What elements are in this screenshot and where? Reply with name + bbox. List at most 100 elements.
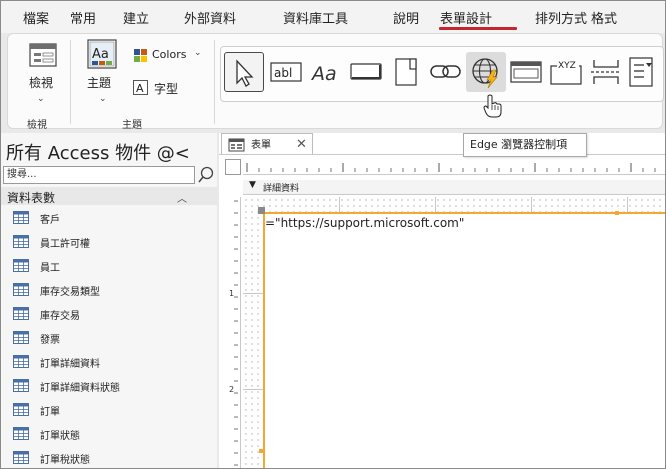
ruler-number-1: 1 xyxy=(229,289,235,298)
menu-format[interactable]: 格式 xyxy=(591,8,617,27)
resize-handle[interactable] xyxy=(259,449,263,453)
detail-section-label: 詳細資料 xyxy=(263,184,300,194)
ribbon-separator xyxy=(214,40,215,124)
menu-external-data[interactable]: 外部資料 xyxy=(184,8,236,27)
nav-item-label: 訂單稅狀態 xyxy=(40,455,90,466)
edge-browser-icon xyxy=(472,58,498,89)
fonts-icon: A xyxy=(133,80,148,95)
table-icon xyxy=(13,379,29,392)
svg-text:Aa: Aa xyxy=(92,47,109,62)
menu-form-design[interactable]: 表單設計 xyxy=(440,8,492,27)
table-icon xyxy=(13,211,29,224)
nav-item-label: 員工 xyxy=(40,263,60,274)
form-selector[interactable] xyxy=(225,159,241,175)
menu-arrange[interactable]: 排列方式 xyxy=(535,8,587,27)
theme-icon: Aa xyxy=(87,39,117,69)
form-icon xyxy=(228,138,245,152)
vertical-ruler: 1 2 xyxy=(225,197,241,468)
page-break-control-button[interactable] xyxy=(586,52,626,92)
navigation-control-button[interactable] xyxy=(506,52,546,92)
label-control-button[interactable]: Aa xyxy=(306,52,346,92)
form-view-icon xyxy=(29,43,57,67)
nav-item-table[interactable]: 訂單狀態 xyxy=(1,423,217,445)
nav-group-tables[interactable]: 資料表數 ︿ xyxy=(1,187,217,205)
menu-create[interactable]: 建立 xyxy=(123,8,149,27)
table-icon xyxy=(13,259,29,272)
collapse-up-icon[interactable]: ︿ xyxy=(177,190,187,205)
combobox-icon xyxy=(629,57,653,87)
textbox-icon: abl xyxy=(270,62,302,82)
detail-section-bar[interactable]: ▼ 詳細資料 xyxy=(243,180,665,195)
web-browser-control[interactable] xyxy=(263,212,665,468)
theme-group-label: 主題 xyxy=(122,120,142,131)
hand-cursor-icon xyxy=(483,94,502,118)
horizontal-ruler-ticks xyxy=(246,163,656,172)
nav-item-label: 員工許可權 xyxy=(40,239,90,250)
fonts-label: 字型 xyxy=(154,82,179,96)
nav-item-table[interactable]: 訂單詳細資料狀態 xyxy=(1,375,217,397)
combobox-control-button[interactable] xyxy=(624,52,660,92)
svg-text:XYZ: XYZ xyxy=(558,61,576,71)
option-group-control-button[interactable]: XYZ xyxy=(546,52,586,92)
hyperlink-control-button[interactable] xyxy=(426,52,466,92)
nav-item-table[interactable]: 發票 xyxy=(1,327,217,349)
chevron-down-icon: ⌄ xyxy=(194,48,202,58)
theme-button[interactable]: Aa 主題 ⌄ xyxy=(80,38,122,104)
svg-text:A: A xyxy=(136,82,144,95)
table-icon xyxy=(13,451,29,464)
nav-item-table[interactable]: 庫存交易 xyxy=(1,303,217,325)
search-icon xyxy=(198,166,214,183)
view-button-label: 檢視 xyxy=(29,76,54,90)
select-control-button[interactable] xyxy=(224,52,264,92)
button-icon xyxy=(350,63,382,80)
table-icon xyxy=(13,403,29,416)
search-button[interactable] xyxy=(197,165,215,185)
textbox-control-button[interactable]: abl xyxy=(266,52,306,92)
web-browser-control-button[interactable] xyxy=(466,52,506,92)
nav-search-input[interactable]: 搜尋... xyxy=(3,166,195,184)
menu-bar: 檔案 常用 建立 外部資料 資料庫工具 說明 表單設計 排列方式 格式 xyxy=(1,1,665,33)
nav-item-table[interactable]: 員工許可權 xyxy=(1,231,217,253)
close-icon[interactable]: ✕ xyxy=(296,137,307,152)
nav-item-table[interactable]: 訂單詳細資料 xyxy=(1,351,217,373)
label-icon: Aa xyxy=(310,63,337,85)
menu-database-tools[interactable]: 資料庫工具 xyxy=(283,8,348,27)
nav-item-table[interactable]: 員工 xyxy=(1,255,217,277)
fonts-button[interactable]: A 字型 xyxy=(132,78,192,98)
option-group-icon: XYZ xyxy=(550,60,582,85)
control-tooltip: Edge 瀏覽器控制項 xyxy=(463,133,587,157)
colors-icon xyxy=(134,49,147,62)
table-icon xyxy=(13,307,29,320)
vertical-ruler-ticks xyxy=(234,200,238,466)
nav-item-table[interactable]: 客戶 xyxy=(1,207,217,229)
nav-item-label: 發票 xyxy=(40,335,60,346)
nav-pane-title[interactable]: 所有 Access 物件 @< xyxy=(6,139,190,165)
menu-file[interactable]: 檔案 xyxy=(23,8,49,27)
nav-item-table[interactable]: 庫存交易類型 xyxy=(1,279,217,301)
nav-item-table[interactable]: 訂單稅狀態 xyxy=(1,447,217,468)
table-icon xyxy=(13,355,29,368)
menu-home[interactable]: 常用 xyxy=(70,8,96,27)
menu-help[interactable]: 說明 xyxy=(393,8,419,27)
tab-strip-divider xyxy=(219,154,665,155)
button-control-button[interactable] xyxy=(346,52,386,92)
nav-item-table[interactable]: 訂單 xyxy=(1,399,217,421)
tab-control-icon xyxy=(395,58,417,86)
table-icon xyxy=(13,235,29,248)
theme-button-label: 主題 xyxy=(87,76,112,90)
document-tab-form[interactable]: 表單 ✕ xyxy=(221,133,313,155)
page-break-icon xyxy=(591,60,621,84)
move-handle[interactable] xyxy=(258,207,265,214)
navigation-control-icon xyxy=(510,61,542,83)
link-icon xyxy=(430,65,461,78)
view-group-label: 檢視 xyxy=(27,120,47,131)
access-window: 檔案 常用 建立 外部資料 資料庫工具 說明 表單設計 排列方式 格式 檢視 ⌄… xyxy=(0,0,666,469)
resize-handle[interactable] xyxy=(615,211,619,215)
pointer-icon xyxy=(236,59,254,87)
colors-button[interactable]: Colors ⌄ xyxy=(132,46,204,66)
table-icon xyxy=(13,427,29,440)
horizontal-ruler xyxy=(243,159,665,175)
nav-item-label: 庫存交易類型 xyxy=(40,287,100,298)
view-button[interactable]: 檢視 ⌄ xyxy=(22,40,62,104)
tab-control-button[interactable] xyxy=(386,52,426,92)
